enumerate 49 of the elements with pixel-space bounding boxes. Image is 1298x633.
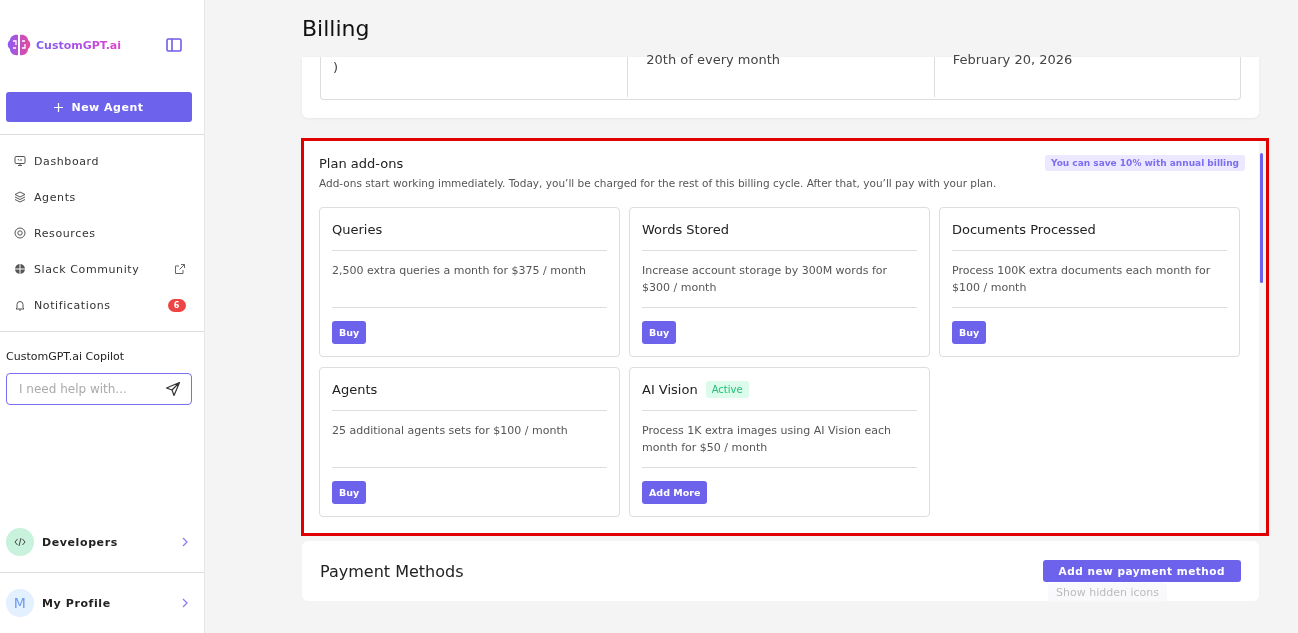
section-description: Add-ons start working immediately. Today, you’ll be charged for the rest of this billing cycle. After that, you’ll pay with your plan. <box>319 177 998 189</box>
globe-icon <box>14 263 26 275</box>
addon-title: Queries <box>332 221 383 237</box>
code-icon <box>6 528 34 556</box>
section-title: Plan add-ons <box>319 155 404 171</box>
chevron-right-icon <box>182 598 188 608</box>
layers-icon <box>14 191 26 203</box>
profile-item[interactable]: M My Profile <box>0 573 204 633</box>
nav-item[interactable]: Notifications 6 <box>0 287 204 323</box>
copilot-input-field[interactable]: I need help with... <box>6 373 192 405</box>
profile-avatar: M <box>6 589 34 617</box>
developers-item[interactable]: Developers <box>0 512 204 572</box>
buy-button[interactable]: Buy <box>952 320 987 344</box>
nav-item[interactable]: Dashboard <box>0 143 204 179</box>
chevron-right-icon <box>182 537 188 547</box>
buy-button[interactable]: Buy <box>332 480 367 504</box>
monitor-icon <box>14 155 26 167</box>
plus-icon <box>54 102 64 112</box>
bell-icon <box>14 299 26 311</box>
addon-description: Process 1K extra images using AI Vision each month for $50 / month <box>642 411 917 468</box>
buy-button[interactable]: Buy <box>332 320 367 344</box>
section-title: Payment Methods <box>320 561 464 581</box>
addon-title: Words Stored <box>642 221 729 237</box>
add-payment-button[interactable]: Add new payment method <box>1042 560 1241 582</box>
promo-tag: You can save 10% with annual billing <box>1044 155 1245 171</box>
brand-name: CustomGPT.ai <box>36 38 122 52</box>
nav-item[interactable]: Resources <box>0 215 204 251</box>
buy-button[interactable]: Buy <box>642 320 677 344</box>
addon-description: Process 100K extra documents each month for $100 / month <box>952 251 1227 308</box>
send-icon[interactable] <box>165 381 181 397</box>
addon-description: Increase account storage by 300M words for $300 / month <box>642 251 917 308</box>
new-agent-button[interactable]: New Agent <box>6 92 192 122</box>
addon-title: Agents <box>332 381 378 397</box>
tooltip: Show hidden icons <box>1048 583 1167 602</box>
nav-item[interactable]: Slack Community <box>0 251 204 287</box>
notification-count: 6 <box>167 298 186 312</box>
nav-item[interactable]: Agents <box>0 179 204 215</box>
addon-description: 25 additional agents sets for $100 / month <box>332 411 607 468</box>
addon-description: 2,500 extra queries a month for $375 / month <box>332 251 607 308</box>
copilot-title: CustomGPT.ai Copilot <box>5 349 126 365</box>
summary-cell-text: ) <box>332 59 340 77</box>
addon-title: AI Vision <box>642 381 698 397</box>
lifebuoy-icon <box>14 227 26 239</box>
addon-title: Documents Processed <box>952 221 1096 237</box>
status-tag: Active <box>705 380 749 398</box>
page-title: Billing <box>302 15 371 43</box>
sidebar-toggle-icon[interactable] <box>166 38 182 52</box>
brain-logo-icon <box>6 32 32 58</box>
buy-button[interactable]: Add More <box>642 480 708 504</box>
